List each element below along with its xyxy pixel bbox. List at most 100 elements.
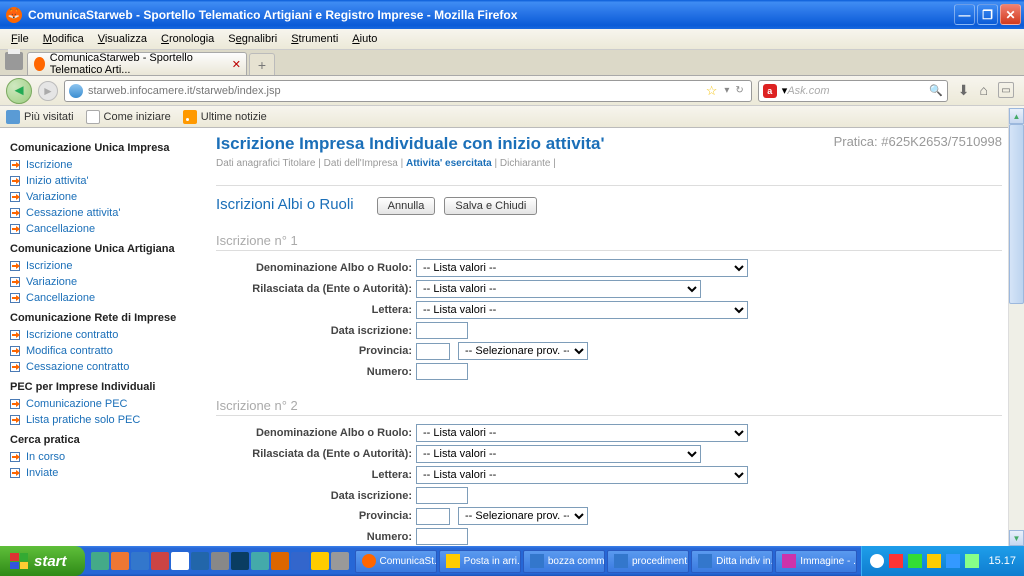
sidebar-item[interactable]: Cancellazione: [10, 290, 194, 306]
ql-icon[interactable]: [291, 552, 309, 570]
sidebar-item[interactable]: Cancellazione: [10, 221, 194, 237]
crumb[interactable]: Dati anagrafici Titolare: [216, 158, 316, 169]
data-iscrizione-input[interactable]: [416, 322, 468, 339]
sidebar-item[interactable]: Lista pratiche solo PEC: [10, 412, 194, 428]
arrow-icon: [10, 399, 20, 409]
ql-icon[interactable]: [251, 552, 269, 570]
sidebar-item[interactable]: Variazione: [10, 274, 194, 290]
rilasciata-select-2[interactable]: -- Lista valori --: [416, 445, 701, 463]
sidebar-item[interactable]: Comunicazione PEC: [10, 396, 194, 412]
window-maximize-button[interactable]: ❐: [977, 4, 998, 25]
sidebar-item[interactable]: Variazione: [10, 189, 194, 205]
lettera-select-2[interactable]: -- Lista valori --: [416, 466, 748, 484]
task-icon: [446, 554, 460, 568]
tab-close-icon[interactable]: ✕: [232, 58, 241, 71]
provincia-select-2[interactable]: -- Selezionare prov. --: [458, 507, 588, 525]
ql-icon[interactable]: [91, 552, 109, 570]
search-icon[interactable]: 🔍: [929, 84, 943, 97]
tray-icon[interactable]: [965, 554, 979, 568]
lettera-select[interactable]: -- Lista valori --: [416, 301, 748, 319]
menu-strumenti[interactable]: Strumenti: [284, 31, 345, 47]
task-button[interactable]: bozza comm...: [523, 550, 605, 573]
tray-icon[interactable]: [927, 554, 941, 568]
ql-icon[interactable]: [191, 552, 209, 570]
sidebar-item[interactable]: Modifica contratto: [10, 343, 194, 359]
arrow-icon: [10, 452, 20, 462]
task-button[interactable]: procediment...: [607, 550, 689, 573]
label-denom: Denominazione Albo o Ruolo:: [216, 262, 416, 274]
window-minimize-button[interactable]: —: [954, 4, 975, 25]
sidebar-item[interactable]: Iscrizione: [10, 157, 194, 173]
search-engine-icon[interactable]: a: [763, 84, 777, 98]
new-tab-button[interactable]: +: [249, 53, 275, 75]
data-iscrizione-input-2[interactable]: [416, 487, 468, 504]
tray-icon[interactable]: [946, 554, 960, 568]
ql-icon[interactable]: [331, 552, 349, 570]
bookmark-piu-visitati[interactable]: Più visitati: [6, 110, 74, 124]
nav-menu-icon[interactable]: ▭: [998, 82, 1014, 98]
url-bar[interactable]: starweb.infocamere.it/starweb/index.jsp …: [64, 80, 752, 102]
menu-aiuto[interactable]: Aiuto: [345, 31, 384, 47]
sidebar-item[interactable]: Inviate: [10, 465, 194, 481]
provincia-code-input[interactable]: [416, 343, 450, 360]
ql-icon[interactable]: [211, 552, 229, 570]
scroll-down-button[interactable]: ▼: [1009, 530, 1024, 546]
taskbar-clock[interactable]: 15.17: [988, 555, 1016, 567]
sidebar-item[interactable]: Inizio attivita': [10, 173, 194, 189]
sidebar-item[interactable]: Cessazione attivita': [10, 205, 194, 221]
menu-modifica[interactable]: Modifica: [36, 31, 91, 47]
url-dropdown-icon[interactable]: ▾: [721, 85, 732, 96]
search-box[interactable]: a ▾ Ask.com 🔍: [758, 80, 948, 102]
menu-file[interactable]: File: [4, 31, 36, 47]
arrow-icon: [10, 277, 20, 287]
salva-chiudi-button[interactable]: Salva e Chiudi: [444, 197, 537, 215]
reload-icon[interactable]: ↻: [732, 85, 746, 96]
provincia-code-input-2[interactable]: [416, 508, 450, 525]
ql-icon[interactable]: [151, 552, 169, 570]
numero-input-2[interactable]: [416, 528, 468, 545]
menu-cronologia[interactable]: Cronologia: [154, 31, 221, 47]
tray-icon[interactable]: [889, 554, 903, 568]
task-button[interactable]: Posta in arri...: [439, 550, 521, 573]
annulla-button[interactable]: Annulla: [377, 197, 436, 215]
menu-segnalibri[interactable]: Segnalibri: [221, 31, 284, 47]
back-button[interactable]: ◄: [6, 78, 32, 104]
sidebar-item[interactable]: Iscrizione contratto: [10, 327, 194, 343]
rilasciata-select[interactable]: -- Lista valori --: [416, 280, 701, 298]
ql-icon[interactable]: [271, 552, 289, 570]
bookmark-ultime-notizie[interactable]: Ultime notizie: [183, 110, 267, 124]
denom-select[interactable]: -- Lista valori --: [416, 259, 748, 277]
download-icon[interactable]: ⬇: [958, 82, 970, 99]
provincia-select[interactable]: -- Selezionare prov. --: [458, 342, 588, 360]
ql-icon[interactable]: [171, 552, 189, 570]
print-icon[interactable]: [5, 52, 23, 70]
task-button[interactable]: Ditta indiv in...: [691, 550, 773, 573]
start-button[interactable]: start: [0, 546, 85, 576]
windows-logo-icon: [10, 553, 28, 569]
vertical-scrollbar[interactable]: ▲ ▼: [1008, 108, 1024, 546]
sidebar-item[interactable]: Iscrizione: [10, 258, 194, 274]
ql-icon[interactable]: [311, 552, 329, 570]
tray-icon[interactable]: [870, 554, 884, 568]
sidebar-item[interactable]: Cessazione contratto: [10, 359, 194, 375]
denom-select-2[interactable]: -- Lista valori --: [416, 424, 748, 442]
window-close-button[interactable]: ✕: [1000, 4, 1021, 25]
ql-icon[interactable]: [111, 552, 129, 570]
ql-icon[interactable]: [131, 552, 149, 570]
scroll-thumb[interactable]: [1009, 124, 1024, 304]
task-button[interactable]: ComunicaSt...: [355, 550, 437, 573]
bookmark-star-icon[interactable]: ☆: [706, 83, 718, 99]
browser-tab[interactable]: ComunicaStarweb - Sportello Telematico A…: [27, 52, 247, 75]
ql-icon[interactable]: [231, 552, 249, 570]
tray-icon[interactable]: [908, 554, 922, 568]
arrow-icon: [10, 346, 20, 356]
crumb[interactable]: Dati dell'Impresa: [324, 158, 398, 169]
bookmark-come-iniziare[interactable]: Come iniziare: [86, 110, 171, 124]
home-icon[interactable]: ⌂: [980, 82, 988, 99]
numero-input[interactable]: [416, 363, 468, 380]
task-button[interactable]: Immagine - ...: [775, 550, 857, 573]
menu-visualizza[interactable]: Visualizza: [91, 31, 154, 47]
crumb[interactable]: Dichiarante: [500, 158, 551, 169]
sidebar-item[interactable]: In corso: [10, 449, 194, 465]
scroll-up-button[interactable]: ▲: [1009, 108, 1024, 124]
